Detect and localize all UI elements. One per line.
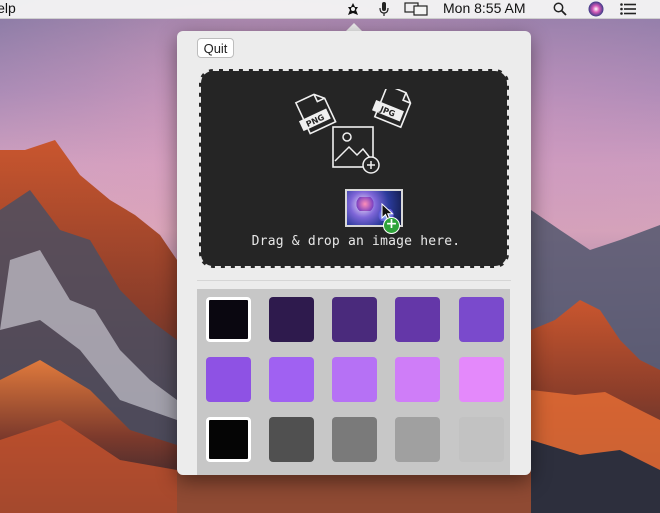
quit-button[interactable]: Quit [197,38,234,58]
color-swatch[interactable] [395,417,440,462]
menu-bar: Help Mon 8:55 AM [0,0,660,19]
microphone-icon[interactable] [376,0,392,18]
color-swatch[interactable] [206,417,251,462]
spotlight-search-icon[interactable] [552,0,568,18]
color-swatch[interactable] [332,357,377,402]
color-palette-popover: Quit PNG JPG + Drag & drop an image here… [177,31,531,475]
color-swatch[interactable] [206,357,251,402]
color-swatch[interactable] [332,417,377,462]
jpg-file-icon: JPG [372,89,412,129]
menubar-clock[interactable]: Mon 8:55 AM [443,0,526,17]
color-swatch[interactable] [395,357,440,402]
color-swatch[interactable] [206,297,251,342]
color-swatch[interactable] [459,357,504,402]
copy-plus-icon: + [383,217,400,234]
siri-icon[interactable] [587,0,605,18]
display-mirroring-icon[interactable] [403,0,429,18]
drop-instruction-text: Drag & drop an image here. [251,234,461,249]
png-file-icon: PNG [294,93,337,135]
color-swatch[interactable] [395,297,440,342]
color-swatch[interactable] [332,297,377,342]
menu-help[interactable]: Help [0,0,16,17]
color-swatch[interactable] [459,297,504,342]
color-swatch[interactable] [269,417,314,462]
app-status-icon[interactable] [344,0,362,18]
color-swatch[interactable] [459,417,504,462]
color-palette-grid [197,289,510,475]
color-swatch[interactable] [269,297,314,342]
file-types-illustration: PNG JPG [294,89,412,174]
notification-center-icon[interactable] [618,0,638,18]
divider [197,280,511,281]
color-swatch[interactable] [269,357,314,402]
add-image-icon [332,126,380,174]
image-drop-zone[interactable]: PNG JPG + Drag & drop an image here. [199,69,509,268]
